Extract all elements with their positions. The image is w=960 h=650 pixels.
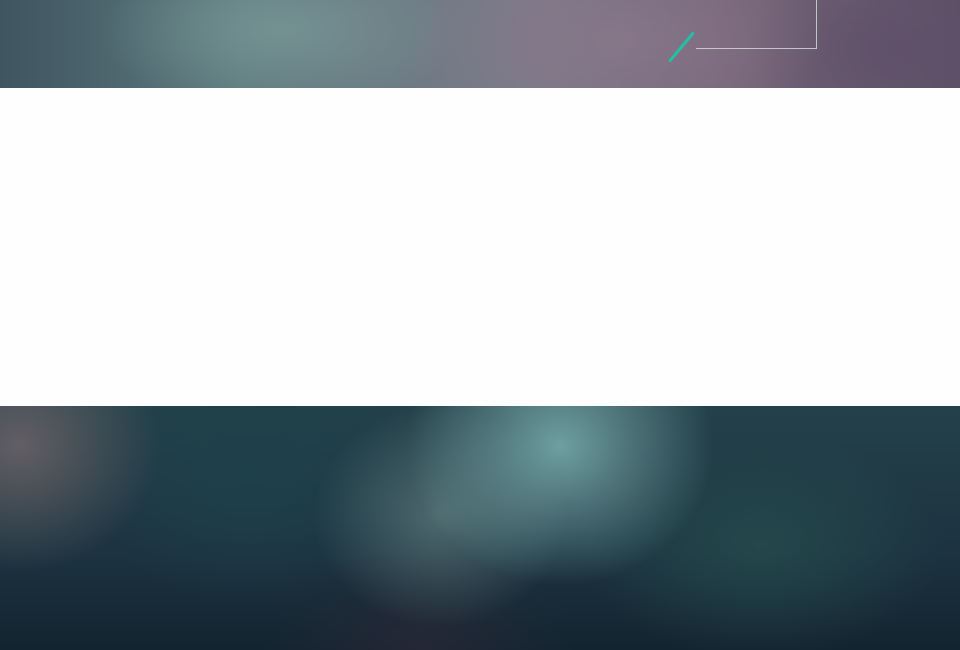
corner-bracket-decoration xyxy=(696,0,817,49)
accent-slash-icon xyxy=(668,31,695,63)
content-panel xyxy=(0,88,960,406)
footer-background xyxy=(0,406,960,650)
page xyxy=(0,0,960,650)
header-background xyxy=(0,0,960,88)
